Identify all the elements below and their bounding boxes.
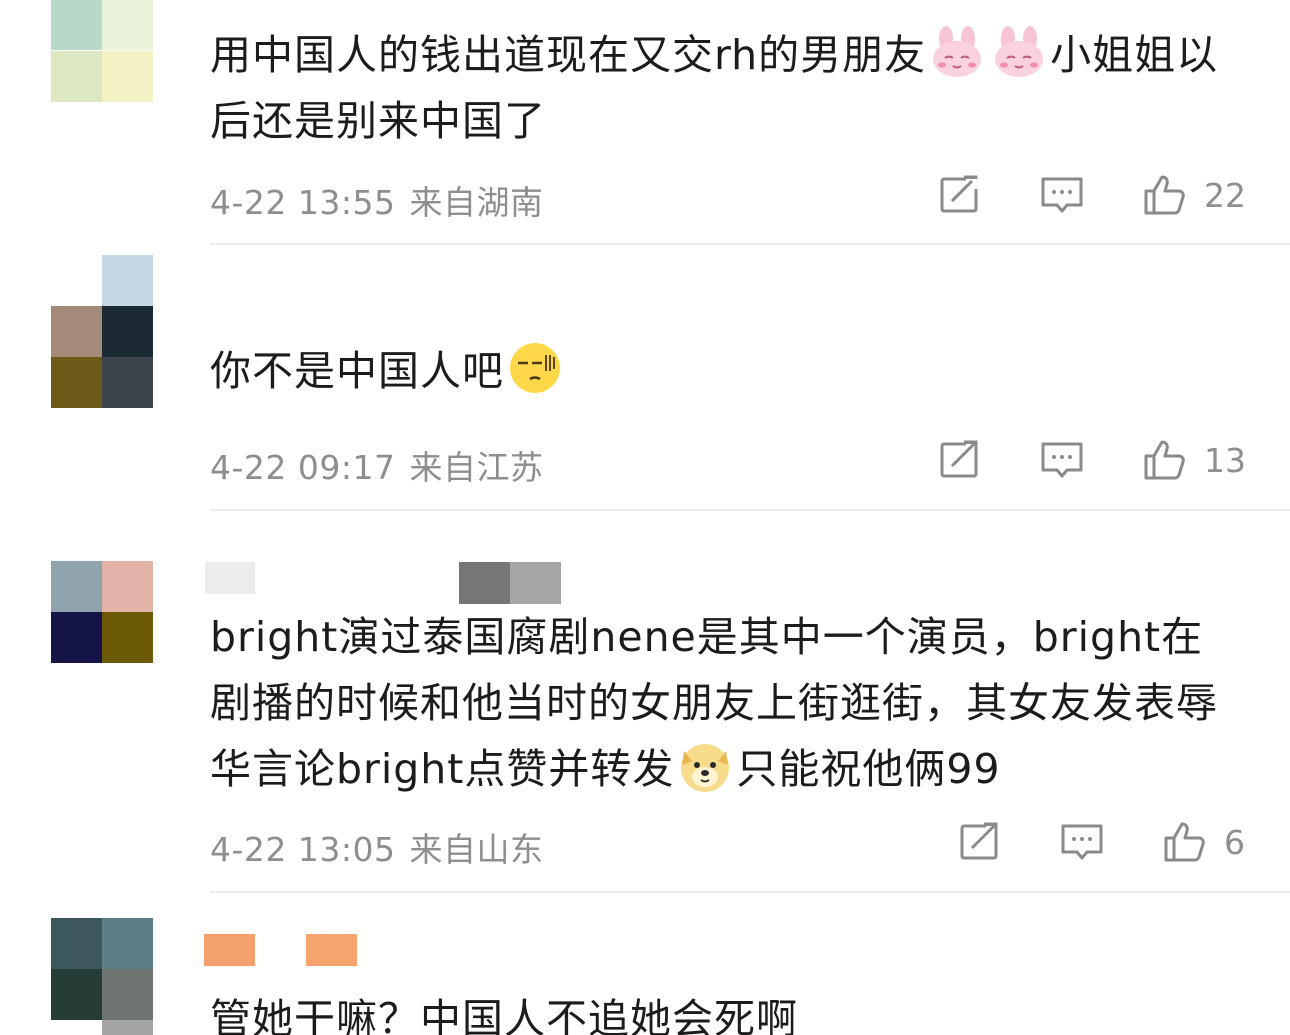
- divider: [210, 509, 1290, 511]
- avatar[interactable]: [51, 918, 153, 1035]
- avatar[interactable]: [51, 0, 153, 102]
- comment-actions: 6: [958, 819, 1246, 865]
- comment-meta: 4-22 13:05 来自山东: [210, 823, 544, 871]
- comment-meta: 4-22 13:55 来自湖南: [210, 176, 544, 224]
- comment-location: 来自湖南: [409, 183, 544, 222]
- comment-icon[interactable]: [1040, 438, 1084, 482]
- share-icon[interactable]: [958, 820, 1002, 864]
- divider: [210, 891, 1290, 893]
- comment-date: 4-22 09:17: [210, 448, 396, 487]
- comment-text-part: 只能祝他俩99: [736, 745, 1001, 793]
- share-icon[interactable]: [938, 173, 982, 217]
- avatar[interactable]: [51, 255, 153, 408]
- comment-actions: 13: [938, 437, 1246, 483]
- like-icon[interactable]: [1142, 173, 1186, 217]
- username-redacted: [459, 562, 510, 604]
- comment-icon[interactable]: [1060, 820, 1104, 864]
- comment-text-part: 用中国人的钱出道现在又交rh的男朋友: [210, 31, 927, 79]
- comment-text: bright演过泰国腐剧nene是其中一个演员，bright在剧播的时候和他当时…: [210, 604, 1230, 802]
- bunny-shy-emoji: [933, 26, 982, 77]
- bunny-shy-emoji: [995, 26, 1044, 77]
- comment-text: 你不是中国人吧: [210, 338, 1230, 404]
- username-redacted: [510, 562, 561, 604]
- sweat-face-emoji: [510, 343, 560, 393]
- username-redacted: [306, 934, 357, 966]
- share-icon[interactable]: [938, 438, 982, 482]
- comment-text: 管她干嘛？中国人不追她会死啊: [210, 986, 1230, 1035]
- comment-text: 用中国人的钱出道现在又交rh的男朋友 小姐姐以后还是别来中国了: [210, 22, 1230, 154]
- username-redacted: [204, 934, 255, 966]
- comment-date: 4-22 13:05: [210, 830, 396, 869]
- avatar[interactable]: [51, 561, 153, 663]
- comment-location: 来自山东: [409, 830, 544, 869]
- like-count: 13: [1204, 440, 1246, 480]
- like-icon[interactable]: [1162, 820, 1206, 864]
- like-count: 6: [1224, 822, 1245, 862]
- comment-actions: 22: [938, 172, 1246, 218]
- comment-meta: 4-22 09:17 来自江苏: [210, 441, 544, 489]
- doge-emoji: [681, 744, 730, 792]
- like-count: 22: [1204, 175, 1246, 215]
- comment-date: 4-22 13:55: [210, 183, 396, 222]
- comment-text-part: 管她干嘛？中国人不追她会死啊: [210, 995, 798, 1035]
- comment-location: 来自江苏: [409, 448, 544, 487]
- like-icon[interactable]: [1142, 438, 1186, 482]
- comment-icon[interactable]: [1040, 173, 1084, 217]
- username-redacted: [205, 562, 255, 594]
- comment-text-part: 你不是中国人吧: [210, 347, 504, 395]
- divider: [210, 243, 1290, 245]
